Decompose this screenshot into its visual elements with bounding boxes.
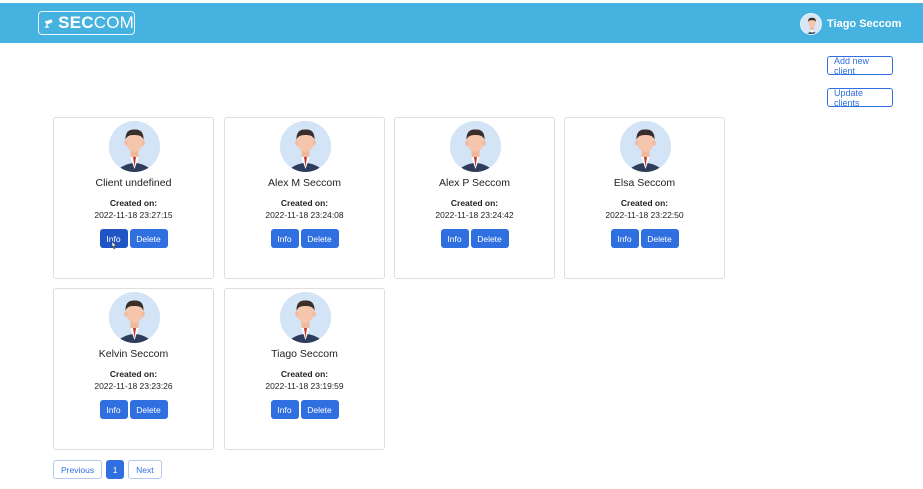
created-date: 2022-11-18 23:27:15: [94, 210, 173, 220]
created-on-label: Created on:: [280, 369, 329, 379]
user-name: Tiago Seccom: [827, 18, 902, 30]
client-name: Tiago Seccom: [271, 348, 338, 360]
mouse-pointer-icon: [111, 240, 117, 250]
previous-page-button[interactable]: Previous: [53, 460, 103, 479]
client-card: Alex M Seccom Created on: 2022-11-18 23:…: [224, 117, 385, 279]
client-name: Alex M Seccom: [268, 177, 341, 189]
card-actions: Info Delete: [395, 229, 554, 248]
card-actions: Info Delete: [54, 229, 213, 248]
created-date: 2022-11-18 23:24:42: [435, 210, 514, 220]
client-avatar: [109, 292, 160, 343]
client-card: Kelvin Seccom Created on: 2022-11-18 23:…: [53, 288, 214, 450]
info-button[interactable]: Info: [99, 400, 128, 419]
card-actions: Info Delete: [225, 400, 384, 419]
created-on-label: Created on:: [620, 198, 669, 208]
info-button[interactable]: Info: [270, 400, 299, 419]
client-card: Alex P Seccom Created on: 2022-11-18 23:…: [394, 117, 555, 279]
pagination: Previous 1 Next: [53, 460, 162, 479]
next-page-button[interactable]: Next: [128, 460, 162, 479]
created-on-label: Created on:: [109, 369, 158, 379]
update-clients-button[interactable]: Update clients: [827, 88, 893, 108]
info-button[interactable]: Info: [440, 229, 469, 248]
delete-button[interactable]: Delete: [129, 229, 168, 248]
client-card: Elsa Seccom Created on: 2022-11-18 23:22…: [564, 117, 725, 279]
created-on-label: Created on:: [280, 198, 329, 208]
client-card: Tiago Seccom Created on: 2022-11-18 23:1…: [224, 288, 385, 450]
card-actions: Info Delete: [54, 400, 213, 419]
client-avatar: [620, 121, 671, 172]
info-button[interactable]: Info: [610, 229, 639, 248]
created-date: 2022-11-18 23:23:26: [94, 381, 173, 391]
add-new-client-button[interactable]: Add new client: [827, 56, 893, 76]
created-on-label: Created on:: [109, 198, 158, 208]
delete-button[interactable]: Delete: [640, 229, 679, 248]
user-menu[interactable]: Tiago Seccom: [800, 12, 901, 36]
delete-button[interactable]: Delete: [300, 400, 339, 419]
logo-text-bold: SEC: [58, 13, 94, 32]
created-date: 2022-11-18 23:19:59: [265, 381, 344, 391]
client-name: Client undefined: [95, 177, 172, 189]
info-button[interactable]: Info: [270, 229, 299, 248]
card-actions: Info Delete: [225, 229, 384, 248]
client-name: Kelvin Seccom: [98, 348, 169, 360]
delete-button[interactable]: Delete: [470, 229, 509, 248]
camera-icon: [44, 19, 53, 28]
logo-text-light: COM: [93, 13, 134, 32]
delete-button[interactable]: Delete: [129, 400, 168, 419]
client-card: Client undefined Created on: 2022-11-18 …: [53, 117, 214, 279]
user-avatar: [800, 13, 822, 35]
client-name: Elsa Seccom: [613, 177, 676, 189]
delete-button[interactable]: Delete: [300, 229, 339, 248]
client-avatar: [450, 121, 501, 172]
created-date: 2022-11-18 23:24:08: [265, 210, 344, 220]
client-avatar: [280, 121, 331, 172]
client-name: Alex P Seccom: [438, 177, 510, 189]
page-1-button[interactable]: 1: [106, 460, 125, 479]
client-avatar: [280, 292, 331, 343]
created-date: 2022-11-18 23:22:50: [605, 210, 684, 220]
created-on-label: Created on:: [450, 198, 499, 208]
client-avatar: [109, 121, 160, 172]
top-navbar: SEC COM Tiago Seccom: [0, 3, 923, 43]
card-actions: Info Delete: [565, 229, 724, 248]
seccom-logo[interactable]: SEC COM: [38, 11, 135, 35]
